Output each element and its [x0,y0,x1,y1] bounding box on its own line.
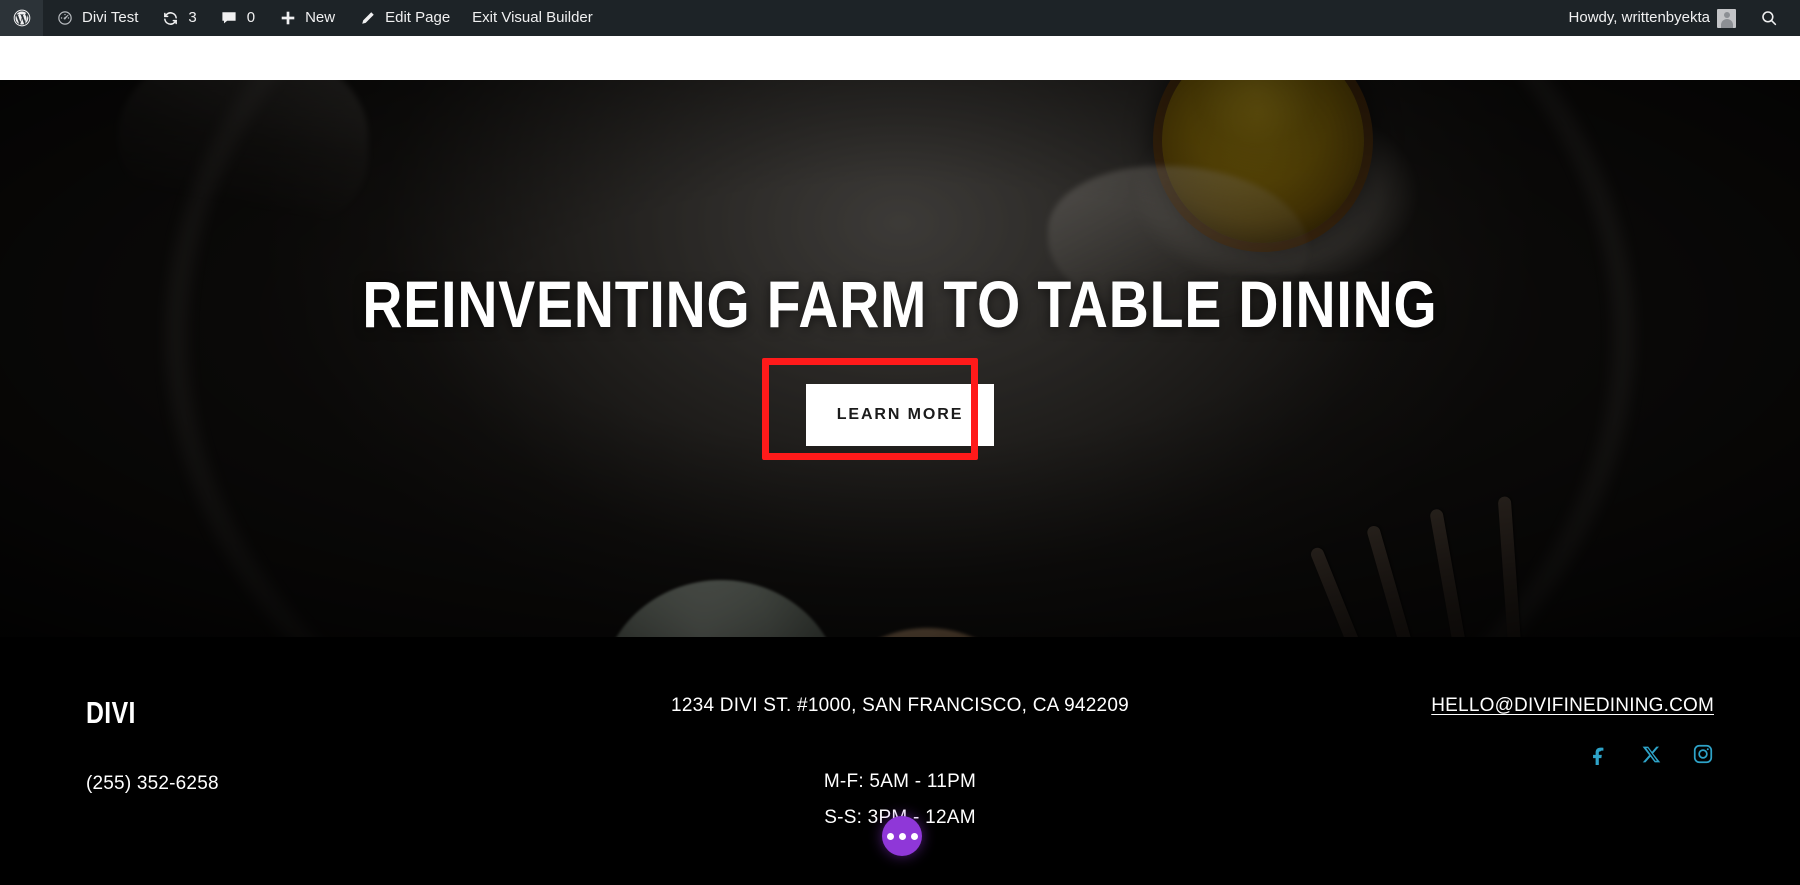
hero-title: REINVENTING FARM TO TABLE DINING [362,267,1438,341]
comments-count: 0 [246,9,256,26]
footer-address: 1234 DIVI ST. #1000, SAN FRANCISCO, CA 9… [671,695,1129,716]
new-label: New [305,9,336,26]
footer-column-left: DIVI (255) 352-6258 [86,695,629,885]
update-arrows-icon [160,8,181,29]
admin-bar-search-button[interactable] [1747,0,1790,36]
updates-menu[interactable]: 3 [149,0,207,36]
cta-wrapper: LEARN MORE [762,357,994,460]
social-links [1171,743,1714,765]
exit-visual-builder-label: Exit Visual Builder [472,9,593,26]
comment-bubble-icon [219,8,240,29]
instagram-icon[interactable] [1692,743,1714,765]
comments-menu[interactable]: 0 [208,0,266,36]
updates-count: 3 [188,9,197,26]
wp-logo-menu[interactable] [0,0,43,36]
pencil-icon [357,8,378,29]
learn-more-button[interactable]: LEARN MORE [806,383,994,446]
dashboard-speedometer-icon [54,8,75,29]
site-name-menu[interactable]: Divi Test [43,0,149,36]
avatar [1717,8,1736,28]
footer-email-link[interactable]: HELLO@DIVIFINEDINING.COM [1431,695,1714,716]
footer-column-right: HELLO@DIVIFINEDINING.COM [1171,695,1714,885]
hero-section: REINVENTING FARM TO TABLE DINING LEARN M… [0,80,1800,637]
site-name-label: Divi Test [82,9,139,26]
x-twitter-icon[interactable] [1640,743,1662,765]
search-icon [1758,8,1779,29]
plus-icon [277,8,298,29]
footer-logo: DIVI [86,695,136,730]
footer-phone[interactable]: (255) 352-6258 [86,773,629,795]
wordpress-logo-icon [11,8,32,29]
admin-bar-right-group: Howdy, writtenbyekta [1558,0,1800,36]
hero-content: REINVENTING FARM TO TABLE DINING LEARN M… [0,80,1800,637]
exit-visual-builder-menu[interactable]: Exit Visual Builder [461,0,604,36]
howdy-label: Howdy, writtenbyekta [1568,9,1710,26]
page-header-strip [0,36,1800,80]
three-dots-icon [886,832,894,840]
facebook-icon[interactable] [1588,743,1610,765]
new-content-menu[interactable]: New [266,0,346,36]
my-account-menu[interactable]: Howdy, writtenbyekta [1558,0,1747,36]
divi-builder-add-button[interactable] [882,816,922,856]
hours-weekday: M-F: 5AM - 11PM [823,771,977,792]
three-dots-icon [910,832,918,840]
three-dots-icon [898,832,906,840]
edit-page-label: Edit Page [385,9,451,26]
admin-bar-left-group: Divi Test 3 0 New Edit Page Exit Visual … [0,0,604,36]
wp-admin-bar: Divi Test 3 0 New Edit Page Exit Visual … [0,0,1800,36]
edit-page-menu[interactable]: Edit Page [346,0,461,36]
footer-column-center: 1234 DIVI ST. #1000, SAN FRANCISCO, CA 9… [629,695,1172,885]
